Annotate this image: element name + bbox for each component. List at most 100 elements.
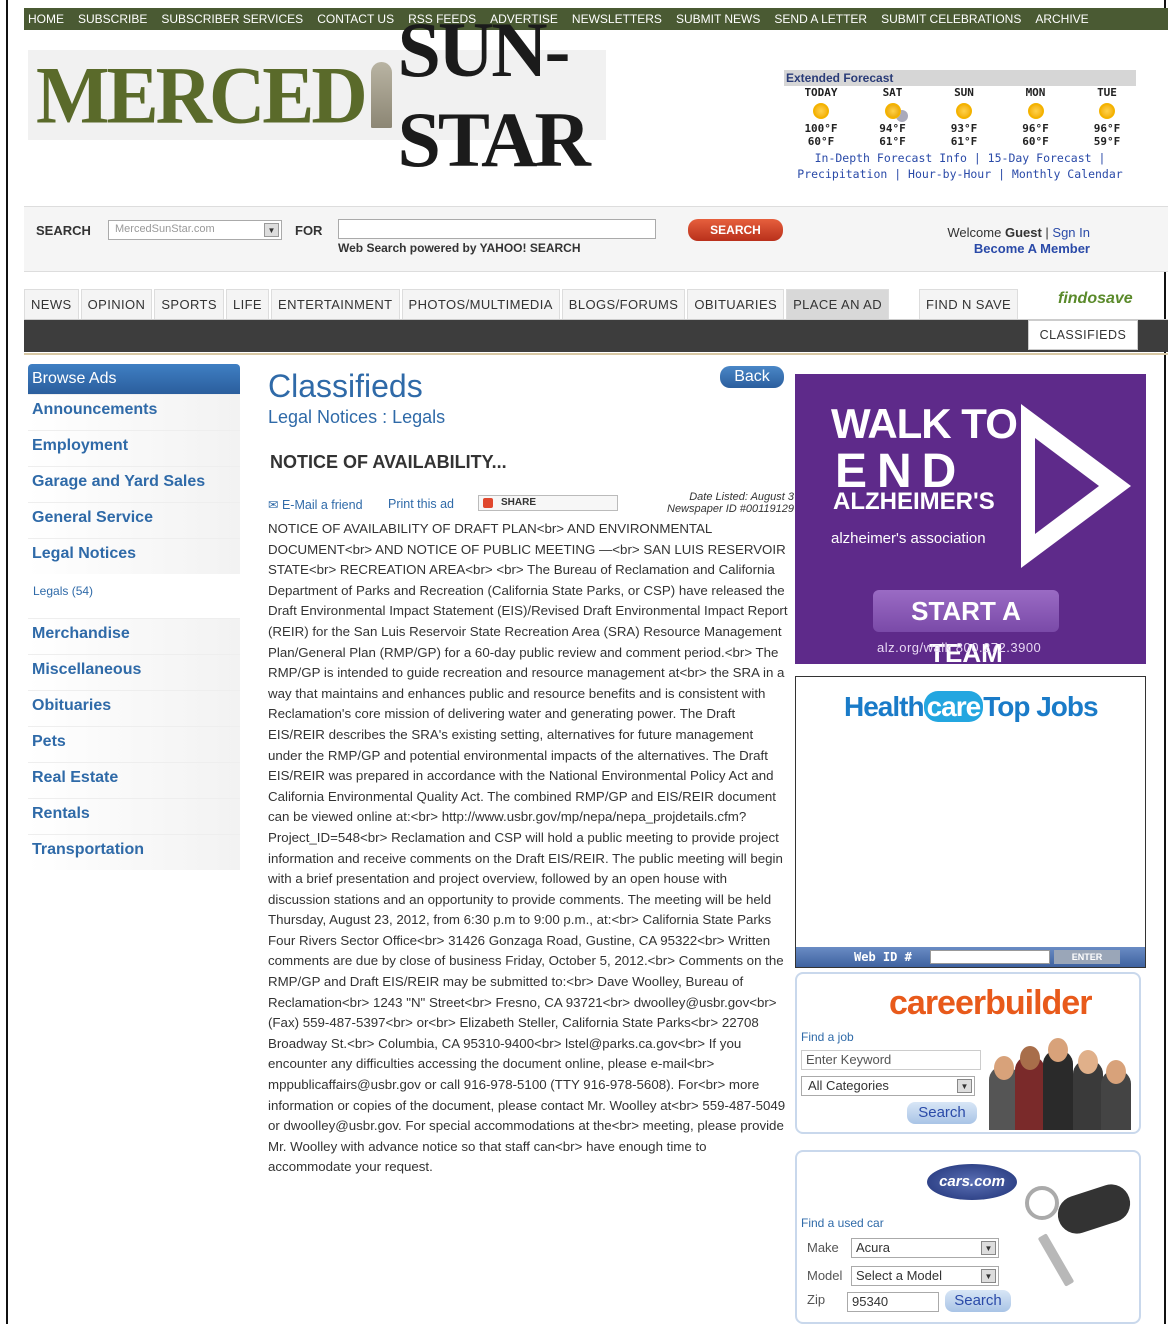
weather-day-name: TUE	[1097, 86, 1117, 99]
subnav-bar	[24, 320, 1168, 352]
sign-in-link[interactable]: Sgn In	[1052, 225, 1090, 240]
tab-life[interactable]: LIFE	[225, 289, 269, 319]
logo-word-merced: MERCED	[36, 48, 368, 141]
weather-links-line2[interactable]: Precipitation | Hour-by-Hour | Monthly C…	[784, 166, 1136, 182]
sidebar-subitem-legals[interactable]: Legals (54)	[28, 574, 240, 618]
careerbuilder-logo[interactable]: careerbuilder	[889, 984, 1092, 1023]
nav-submit-news[interactable]: SUBMIT NEWS	[676, 12, 760, 26]
model-select[interactable]: Select a Model ▼	[851, 1266, 999, 1286]
model-label: Model	[807, 1268, 843, 1283]
healthcare-jobs-ad[interactable]: Health care Top Jobs Web ID # ENTER	[795, 676, 1146, 968]
sidebar-item-employment[interactable]: Employment	[28, 430, 240, 466]
email-friend-label: E-Mail a friend	[281, 498, 363, 512]
sidebar-item-garage-sales[interactable]: Garage and Yard Sales	[28, 466, 240, 502]
tab-opinion[interactable]: OPINION	[80, 289, 153, 319]
enter-button[interactable]: ENTER	[1054, 950, 1120, 964]
tab-photos-multimedia[interactable]: PHOTOS/MULTIMEDIA	[401, 289, 560, 319]
sun-icon	[1099, 103, 1115, 119]
weather-day[interactable]: TUE 96°F 59°F	[1082, 86, 1132, 148]
nav-subscribe[interactable]: SUBSCRIBE	[78, 12, 147, 26]
search-button[interactable]: SEARCH	[688, 219, 783, 241]
findnsave-logo[interactable]: findosave	[1058, 290, 1133, 308]
share-button[interactable]: SHARE	[478, 495, 618, 511]
nav-archive[interactable]: ARCHIVE	[1035, 12, 1088, 26]
car-keys-image	[1021, 1172, 1136, 1302]
ad-body-text: NOTICE OF AVAILABILITY OF DRAFT PLAN<br>…	[268, 521, 788, 1175]
nav-submit-celebrations[interactable]: SUBMIT CELEBRATIONS	[881, 12, 1021, 26]
site-logo[interactable]: MERCED SUN-STAR	[28, 6, 606, 183]
search-powered-by: Web Search powered by YAHOO! SEARCH	[338, 241, 581, 255]
tab-blogs-forums[interactable]: BLOGS/FORUMS	[561, 289, 686, 319]
nav-send-a-letter[interactable]: SEND A LETTER	[774, 12, 867, 26]
sidebar-item-merchandise[interactable]: Merchandise	[28, 618, 240, 654]
web-id-label: Web ID #	[854, 950, 912, 964]
weather-high: 96°F	[1022, 122, 1049, 135]
weather-day[interactable]: SUN 93°F 61°F	[939, 86, 989, 148]
sidebar-item-pets[interactable]: Pets	[28, 726, 240, 762]
sidebar-item-obituaries[interactable]: Obituaries	[28, 690, 240, 726]
search-input[interactable]	[338, 219, 656, 239]
weather-high: 96°F	[1093, 122, 1121, 135]
zip-label: Zip	[807, 1292, 826, 1307]
weather-day[interactable]: MON 96°F 60°F	[1011, 86, 1061, 148]
sidebar-item-real-estate[interactable]: Real Estate	[28, 762, 240, 798]
tab-classifieds[interactable]: CLASSIFIEDS	[1028, 320, 1138, 350]
print-ad-link[interactable]: Print this ad	[388, 497, 454, 511]
car-search-button[interactable]: Search	[945, 1290, 1011, 1312]
sidebar-item-announcements[interactable]: Announcements	[28, 394, 240, 430]
start-team-button[interactable]: START A TEAM	[873, 590, 1059, 664]
email-friend-link[interactable]: ✉ E-Mail a friend	[268, 497, 363, 512]
breadcrumb[interactable]: Legal Notices : Legals	[268, 407, 790, 428]
sidebar-item-legal-notices[interactable]: Legal Notices	[28, 538, 240, 574]
alz-line1: WALK TO	[831, 400, 1018, 447]
chevron-down-icon: ▼	[264, 223, 279, 237]
sidebar-item-miscellaneous[interactable]: Miscellaneous	[28, 654, 240, 690]
web-id-bar: Web ID # ENTER	[796, 947, 1145, 967]
weather-high: 94°F	[879, 122, 906, 135]
for-label: FOR	[295, 223, 323, 238]
tab-find-n-save[interactable]: FIND N SAVE	[919, 289, 1019, 319]
weather-day[interactable]: TODAY 100°F 60°F	[796, 86, 846, 148]
tab-news[interactable]: NEWS	[24, 289, 79, 319]
sun-icon	[956, 103, 972, 119]
web-id-input[interactable]	[930, 950, 1050, 964]
search-scope-value: MercedSunStar.com	[115, 223, 215, 235]
make-select[interactable]: Acura ▼	[851, 1238, 999, 1258]
job-search-button[interactable]: Search	[907, 1102, 977, 1124]
section-tabs: NEWS OPINION SPORTS LIFE ENTERTAINMENT P…	[24, 284, 1168, 320]
nav-contact-us[interactable]: CONTACT US	[317, 12, 394, 26]
sidebar-item-rentals[interactable]: Rentals	[28, 798, 240, 834]
sidebar-item-general-service[interactable]: General Service	[28, 502, 240, 538]
weather-day[interactable]: SAT 94°F 61°F	[868, 86, 918, 148]
alzheimers-ad[interactable]: WALK TO END ALZHEIMER'S alzheimer's asso…	[795, 374, 1146, 664]
back-button[interactable]: Back	[720, 366, 784, 388]
hc-part1: Health	[844, 691, 925, 722]
weather-links-line1[interactable]: In-Depth Forecast Info | 15-Day Forecast…	[784, 150, 1136, 166]
cars-com-logo[interactable]: cars.com	[927, 1164, 1017, 1200]
ad-title: NOTICE OF AVAILABILITY...	[270, 452, 507, 472]
search-scope-select[interactable]: MercedSunStar.com ▼	[108, 220, 282, 240]
sidebar-item-transportation[interactable]: Transportation	[28, 834, 240, 870]
tab-place-an-ad[interactable]: PLACE AN AD	[786, 289, 890, 319]
account-box: Welcome Guest | Sgn In Become A Member	[908, 225, 1090, 257]
become-member-link[interactable]: Become A Member	[908, 241, 1090, 257]
nav-subscriber-services[interactable]: SUBSCRIBER SERVICES	[161, 12, 303, 26]
masthead: MERCED SUN-STAR Extended Forecast TODAY …	[24, 6, 1168, 206]
weather-widget: Extended Forecast TODAY 100°F 60°F SAT 9…	[784, 70, 1136, 182]
ad-tools: ✉ E-Mail a friend Print this ad SHARE Da…	[268, 491, 794, 515]
browse-ads-sidebar: Browse Ads Announcements Employment Gara…	[28, 364, 240, 870]
tab-entertainment[interactable]: ENTERTAINMENT	[271, 289, 400, 319]
nav-home[interactable]: HOME	[28, 12, 64, 26]
sun-icon	[1027, 103, 1044, 119]
weather-high: 93°F	[950, 122, 978, 135]
tab-obituaries[interactable]: OBITUARIES	[687, 289, 785, 319]
careerbuilder-ad: careerbuilder Find a job Enter Keyword A…	[795, 972, 1141, 1134]
weather-low: 61°F	[950, 135, 978, 148]
cb-logo-a: career	[889, 984, 986, 1022]
zip-input[interactable]: 95340	[847, 1292, 939, 1312]
newspaper-id: Newspaper ID #00119129	[667, 503, 794, 515]
job-category-select[interactable]: All Categories ▼	[801, 1076, 975, 1096]
tab-sports[interactable]: SPORTS	[154, 289, 224, 319]
keyword-input[interactable]: Enter Keyword	[801, 1050, 981, 1070]
make-value: Acura	[856, 1240, 890, 1255]
